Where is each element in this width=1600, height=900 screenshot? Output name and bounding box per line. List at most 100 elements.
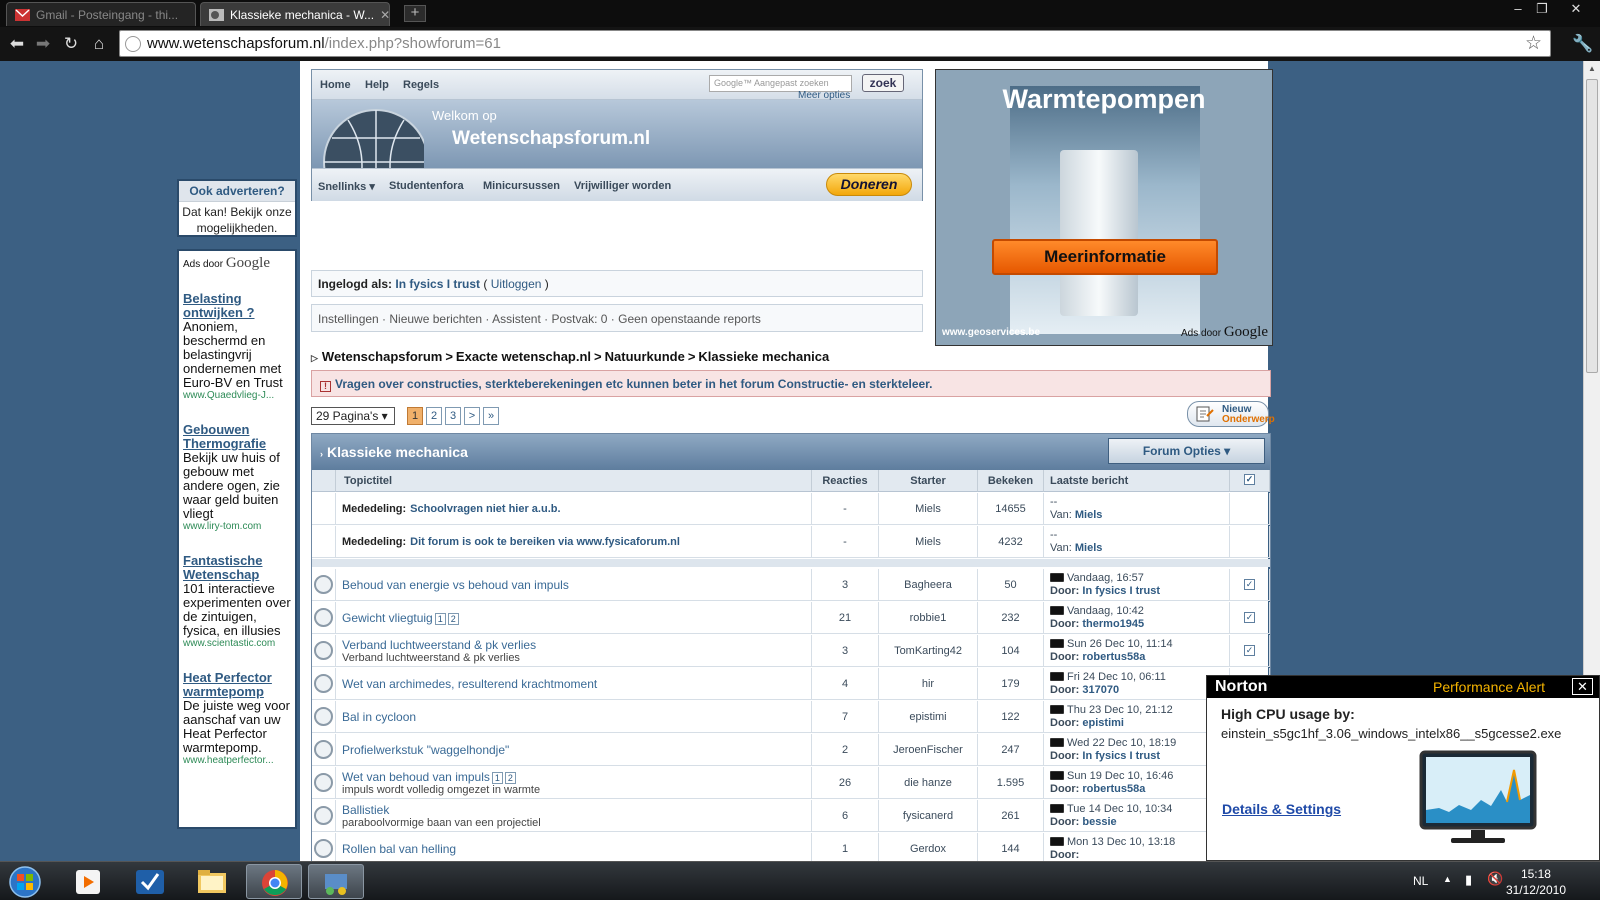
search-button[interactable]: zoek — [862, 74, 904, 92]
taskbar-media-player[interactable] — [60, 864, 116, 899]
ads-by-google[interactable]: Ads door Google — [183, 255, 291, 272]
page-link[interactable]: 1 — [407, 407, 423, 425]
topic-page-link[interactable]: 2 — [447, 612, 459, 625]
ad-url[interactable]: www.geoservices.be — [942, 327, 1040, 338]
topic-row[interactable]: Wet van archimedes, resulterend krachtmo… — [312, 668, 1270, 700]
close-tab-icon[interactable]: ✕ — [380, 8, 389, 22]
topic-row[interactable]: Wet van behoud van impuls 1 2 impuls wordt … — [312, 767, 1270, 799]
starter-link[interactable]: fysicanerd — [903, 810, 953, 822]
column-reacties[interactable]: Reacties — [812, 470, 879, 492]
topic-title-link[interactable]: Bal in cycloon — [342, 710, 416, 724]
ad-url[interactable]: www.scientastic.com — [183, 638, 291, 649]
topic-row[interactable]: Behoud van energie vs behoud van impuls 3… — [312, 569, 1270, 601]
topic-page-link[interactable]: 2 — [504, 771, 516, 784]
ad-url[interactable]: www.Quaedvlieg-J... — [183, 390, 291, 401]
reply-count[interactable]: 4 — [842, 678, 848, 690]
starter-link[interactable]: hir — [922, 678, 934, 690]
reply-count[interactable]: 6 — [842, 810, 848, 822]
address-bar[interactable]: www.wetenschapsforum.nl/index.php?showfo… — [119, 30, 1551, 57]
bookmark-star-icon[interactable]: ☆ — [1525, 32, 1542, 55]
last-post-arrow-icon[interactable] — [1050, 770, 1064, 780]
topic-row[interactable]: Ballistiek paraboolvormige baan van een p… — [312, 800, 1270, 832]
page-info-icon[interactable] — [125, 35, 141, 52]
forum-options-button[interactable]: Forum Opties ▾ — [1108, 438, 1265, 464]
tray-expand-icon[interactable]: ▲ — [1443, 874, 1452, 884]
last-post-arrow-icon[interactable] — [1050, 638, 1064, 648]
user-links-bar[interactable]: Instellingen · Nieuwe berichten · Assist… — [311, 304, 923, 332]
ad-title[interactable]: Fantastische Wetenschap — [183, 554, 291, 582]
topic-row[interactable]: Profielwerkstuk "waggelhondje" 2 JeroenFis… — [312, 734, 1270, 766]
username-link[interactable]: In fysics I trust — [395, 277, 480, 291]
breadcrumb-item[interactable]: Klassieke mechanica — [698, 349, 829, 364]
language-indicator[interactable]: NL — [1413, 874, 1428, 888]
ad-url[interactable]: www.liry-tom.com — [183, 521, 291, 532]
ad-title[interactable]: Belasting ontwijken ? — [183, 292, 291, 320]
topic-page-link[interactable]: 1 — [491, 771, 503, 784]
column-topictitel[interactable]: Topictitel — [336, 470, 812, 492]
topic-status-icon[interactable] — [314, 839, 333, 858]
select-all-checkbox[interactable]: ✓ — [1244, 474, 1255, 485]
topic-title-link[interactable]: Ballistiek — [342, 803, 389, 817]
topic-title-link[interactable]: Wet van behoud van impuls — [342, 770, 490, 784]
announcement-title[interactable]: Schoolvragen niet hier a.u.b. — [410, 503, 560, 515]
announcement-row[interactable]: Mededeling: Dit forum is ook te bereiken … — [312, 526, 1270, 558]
scrollbar-thumb[interactable] — [1586, 79, 1598, 373]
topic-row[interactable]: Gewicht vliegtuig 1 2 21 robbie1 232 Vandaag, … — [312, 602, 1270, 634]
reload-icon[interactable]: ↻ — [60, 33, 82, 55]
page-link[interactable]: 3 — [445, 407, 461, 425]
topic-checkbox[interactable]: ✓ — [1244, 645, 1255, 656]
reply-count[interactable]: 1 — [842, 843, 848, 855]
close-window-icon[interactable]: ✕ — [1558, 0, 1594, 20]
topic-row[interactable]: Verband luchtweerstand & pk verlies Verba… — [312, 635, 1270, 667]
minimize-icon[interactable]: – — [1506, 0, 1530, 20]
ad-item[interactable]: Fantastische Wetenschap 101 interactieve… — [183, 554, 291, 650]
ads-by-google[interactable]: Ads door Google — [1181, 324, 1268, 341]
topic-status-icon[interactable] — [314, 608, 333, 627]
advertise-title[interactable]: Ook adverteren? — [179, 181, 295, 202]
topic-row[interactable]: Rollen bal van helling 1 Gerdox 144 Mon 13 D… — [312, 833, 1270, 861]
last-post-arrow-icon[interactable] — [1050, 836, 1064, 846]
start-button[interactable] — [2, 864, 48, 899]
topic-checkbox[interactable]: ✓ — [1244, 612, 1255, 623]
scroll-up-icon[interactable]: ▲ — [1584, 64, 1600, 73]
topic-status-icon[interactable] — [314, 773, 333, 792]
taskbar-boinc[interactable] — [308, 864, 364, 899]
new-topic-button[interactable]: Nieuw Onderwerp — [1187, 401, 1275, 427]
breadcrumb-item[interactable]: Natuurkunde — [605, 349, 685, 364]
last-page-link[interactable]: » — [483, 407, 499, 425]
taskbar-chrome[interactable] — [246, 864, 302, 899]
maximize-icon[interactable]: ❐ — [1530, 0, 1554, 20]
last-post-arrow-icon[interactable] — [1050, 704, 1064, 714]
system-clock[interactable]: 15:18 31/12/2010 — [1506, 866, 1566, 898]
topic-title-link[interactable]: Profielwerkstuk "waggelhondje" — [342, 743, 509, 757]
starter-link[interactable]: epistimi — [909, 711, 946, 723]
breadcrumb-item[interactable]: Exacte wetenschap.nl — [456, 349, 591, 364]
topic-status-icon[interactable] — [314, 674, 333, 693]
ad-url[interactable]: www.heatperfector... — [183, 755, 291, 766]
ad-item[interactable]: Belasting ontwijken ? Anoniem, beschermd… — [183, 292, 291, 402]
reply-count[interactable]: 2 — [842, 744, 848, 756]
topic-title-link[interactable]: Wet van archimedes, resulterend krachtmo… — [342, 677, 597, 691]
donate-button[interactable]: Doneren — [826, 173, 912, 196]
starter-link[interactable]: JeroenFischer — [893, 744, 963, 756]
nav-home[interactable]: Home — [320, 79, 351, 91]
topic-checkbox[interactable]: ✓ — [1244, 579, 1255, 590]
close-icon[interactable]: ✕ — [1572, 678, 1593, 695]
last-post-user-link[interactable]: 317070 — [1082, 684, 1119, 696]
details-settings-link[interactable]: Details & Settings — [1222, 801, 1341, 817]
last-post-arrow-icon[interactable] — [1050, 671, 1064, 681]
announcement-title[interactable]: Dit forum is ook te bereiken via www.fys… — [410, 536, 680, 548]
topic-row[interactable]: Bal in cycloon 7 epistimi 122 Thu 23 Dec 10,… — [312, 701, 1270, 733]
ad-item[interactable]: Heat Perfector warmtepomp De juiste weg … — [183, 671, 291, 767]
topic-title-link[interactable]: Verband luchtweerstand & pk verlies — [342, 638, 536, 652]
last-post-user-link[interactable]: Miels — [1075, 509, 1103, 521]
last-post-user-link[interactable]: robertus58a — [1082, 651, 1145, 663]
page-link[interactable]: 2 — [426, 407, 442, 425]
column-laatste-bericht[interactable]: Laatste bericht — [1044, 470, 1230, 492]
starter-link[interactable]: Miels — [915, 536, 941, 548]
starter-link[interactable]: die hanze — [904, 777, 952, 789]
starter-link[interactable]: Bagheera — [904, 579, 952, 591]
volume-muted-icon[interactable]: 🔇 — [1487, 871, 1503, 887]
page-count-dropdown[interactable]: 29 Pagina's ▾ — [311, 407, 395, 425]
topic-title-link[interactable]: Rollen bal van helling — [342, 842, 456, 856]
